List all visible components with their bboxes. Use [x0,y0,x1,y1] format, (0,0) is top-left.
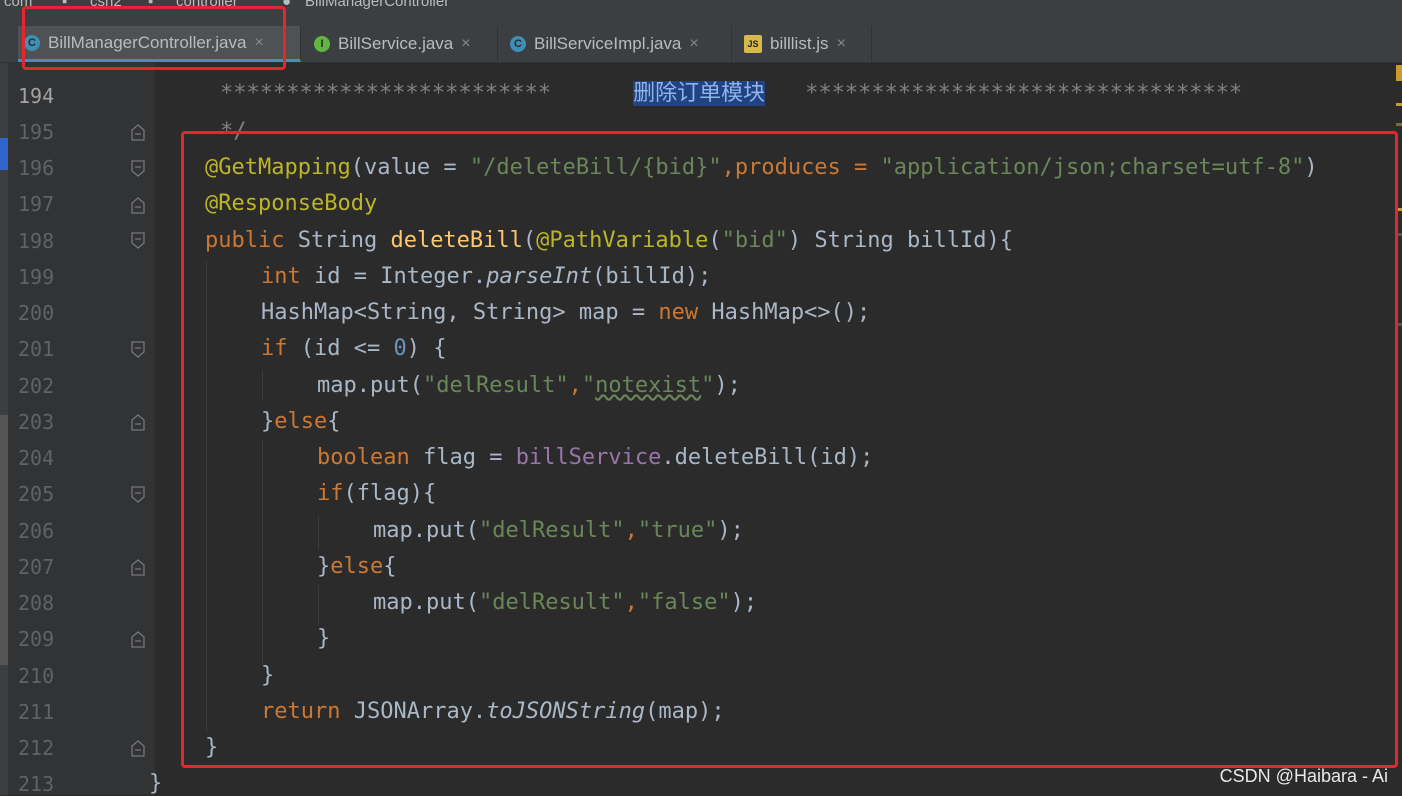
tab-billlist-js[interactable]: JS billlist.js × [738,26,872,62]
comment-stars: ************************* [220,81,552,106]
tab-label: BillService.java [338,34,454,53]
line-number: 208 [18,591,55,615]
line-number: 196 [18,156,55,180]
fold-end-icon[interactable] [130,196,146,214]
line-number: 205 [18,482,55,506]
line-number: 210 [18,664,55,688]
code-line-194[interactable]: ************************* 删除订单模块 *********… [220,81,1243,106]
left-scroll-marker[interactable] [0,415,8,665]
fold-start-icon[interactable] [130,160,146,178]
line-number: 206 [18,519,55,543]
line-number: 200 [18,301,55,325]
fold-start-icon[interactable] [130,232,146,250]
close-icon[interactable]: × [837,35,846,53]
line-number: 199 [18,265,55,289]
line-number: 213 [18,772,55,796]
tab-label: billlist.js [770,34,829,53]
line-number: 197 [18,192,55,216]
tab-label: BillServiceImpl.java [534,34,682,53]
warning-marker[interactable] [1396,103,1402,106]
line-number: 201 [18,337,55,361]
fold-end-icon[interactable] [130,123,146,141]
fold-end-icon[interactable] [130,558,146,576]
close-icon[interactable]: × [689,35,698,53]
line-number: 209 [18,627,55,651]
line-number: 203 [18,410,55,434]
comment-stars: ********************************* [805,81,1243,106]
tab-billservice[interactable]: I BillService.java × [308,26,498,62]
javascript-file-icon: JS [744,35,762,53]
tab-billserviceimpl[interactable]: C BillServiceImpl.java × [504,26,732,62]
fold-end-icon[interactable] [130,630,146,648]
class-icon: C [510,36,526,52]
close-icon[interactable]: × [461,35,470,53]
line-number: 204 [18,446,55,470]
line-number: 211 [18,700,55,724]
selected-comment-heading: 删除订单模块 [633,81,766,106]
left-tool-marker[interactable] [0,138,8,170]
line-number: 202 [18,374,55,398]
line-number: 195 [18,120,55,144]
fold-end-icon[interactable] [130,739,146,757]
watermark: CSDN @Haibara - Ai [1219,766,1388,786]
fold-end-icon[interactable] [130,413,146,431]
line-number: 207 [18,555,55,579]
code-line-213[interactable]: } [149,772,162,796]
fold-start-icon[interactable] [130,341,146,359]
warning-marker[interactable] [1396,123,1402,126]
line-number: 198 [18,229,55,253]
breadcrumb-item[interactable]: BillManagerController [305,0,449,10]
code-highlight-box [181,131,1398,768]
line-number: 212 [18,736,55,760]
warning-marker[interactable] [1396,65,1402,81]
fold-start-icon[interactable] [130,486,146,504]
interface-icon: I [314,36,330,52]
tab-highlight-box [22,6,286,70]
line-number: 194 [18,84,55,108]
